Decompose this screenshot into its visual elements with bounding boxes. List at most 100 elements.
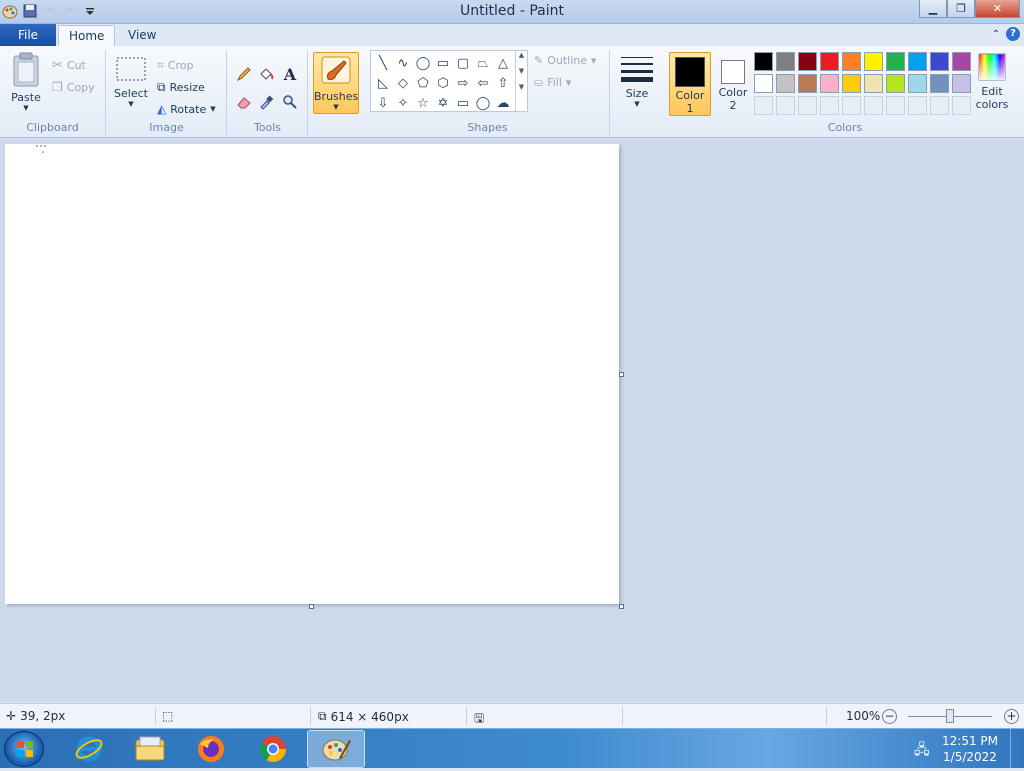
- rectangle-shape-icon[interactable]: ▭: [433, 53, 453, 73]
- copy-button[interactable]: ❐ Copy: [52, 80, 95, 94]
- six-point-star-shape-icon[interactable]: ✡: [433, 93, 453, 113]
- palette-swatch[interactable]: [842, 74, 861, 93]
- help-icon[interactable]: ?: [1006, 27, 1020, 41]
- oval-shape-icon[interactable]: ◯: [413, 53, 433, 73]
- tab-home[interactable]: Home: [58, 25, 116, 46]
- edit-colors-button[interactable]: Edit colors: [972, 52, 1012, 111]
- rotate-button[interactable]: ◭ Rotate ▼: [157, 102, 216, 116]
- minimize-button[interactable]: ▁: [919, 0, 947, 18]
- start-button[interactable]: [4, 731, 44, 767]
- tab-view[interactable]: View: [118, 25, 166, 46]
- scroll-up-icon[interactable]: ▲: [519, 51, 524, 59]
- rectangular-callout-shape-icon[interactable]: ▭: [453, 93, 473, 113]
- color-picker-tool[interactable]: [256, 92, 276, 112]
- color1-button[interactable]: Color 1: [669, 52, 711, 116]
- five-point-star-shape-icon[interactable]: ☆: [413, 93, 433, 113]
- custom-color-slot[interactable]: [776, 96, 795, 115]
- hexagon-shape-icon[interactable]: ⬡: [433, 73, 453, 93]
- fill-button[interactable]: ⛀ Fill ▼: [534, 76, 571, 89]
- palette-swatch[interactable]: [842, 52, 861, 71]
- resize-handle-right[interactable]: [619, 372, 624, 377]
- curve-shape-icon[interactable]: ∿: [393, 53, 413, 73]
- diamond-shape-icon[interactable]: ◇: [393, 73, 413, 93]
- magnifier-tool[interactable]: [280, 92, 300, 112]
- custom-color-slot[interactable]: [820, 96, 839, 115]
- fill-tool[interactable]: [256, 64, 276, 84]
- scroll-down-icon[interactable]: ▼: [519, 67, 524, 75]
- taskbar-file-explorer[interactable]: [121, 730, 179, 768]
- line-shape-icon[interactable]: ╲: [373, 53, 393, 73]
- palette-swatch[interactable]: [798, 74, 817, 93]
- palette-swatch[interactable]: [798, 52, 817, 71]
- canvas-workspace[interactable]: [0, 139, 1024, 702]
- left-arrow-shape-icon[interactable]: ⇦: [473, 73, 493, 93]
- triangle-shape-icon[interactable]: △: [493, 53, 513, 73]
- resize-handle-corner[interactable]: [619, 604, 624, 609]
- rounded-rectangle-shape-icon[interactable]: ▢: [453, 53, 473, 73]
- custom-color-slot[interactable]: [842, 96, 861, 115]
- custom-color-slot[interactable]: [886, 96, 905, 115]
- palette-swatch[interactable]: [952, 52, 971, 71]
- palette-swatch[interactable]: [776, 52, 795, 71]
- palette-swatch[interactable]: [930, 52, 949, 71]
- zoom-out-button[interactable]: −: [882, 709, 897, 724]
- custom-color-slot[interactable]: [908, 96, 927, 115]
- up-arrow-shape-icon[interactable]: ⇧: [493, 73, 513, 93]
- system-clock[interactable]: 12:51 PM 1/5/2022: [942, 733, 998, 765]
- custom-color-slot[interactable]: [754, 96, 773, 115]
- oval-callout-shape-icon[interactable]: ◯: [473, 93, 493, 113]
- restore-button[interactable]: ❐: [947, 0, 975, 18]
- crop-button[interactable]: ⌗ Crop: [157, 58, 193, 73]
- palette-swatch[interactable]: [776, 74, 795, 93]
- close-button[interactable]: ✕: [975, 0, 1020, 18]
- size-button[interactable]: Size ▼: [617, 54, 657, 108]
- custom-color-slot[interactable]: [864, 96, 883, 115]
- outline-button[interactable]: ✎ Outline ▼: [534, 54, 596, 67]
- minimize-ribbon-icon[interactable]: ⌃: [992, 29, 1000, 40]
- custom-color-slot[interactable]: [798, 96, 817, 115]
- paste-button[interactable]: Paste ▼: [6, 52, 46, 112]
- taskbar-chrome[interactable]: [244, 730, 302, 768]
- cut-button[interactable]: ✂ Cut: [52, 58, 86, 73]
- zoom-slider-thumb[interactable]: [946, 709, 954, 723]
- palette-swatch[interactable]: [886, 74, 905, 93]
- pencil-tool[interactable]: [234, 64, 254, 84]
- shapes-scrollbar[interactable]: ▲ ▼ ▼: [515, 51, 527, 111]
- palette-swatch[interactable]: [820, 74, 839, 93]
- down-arrow-shape-icon[interactable]: ⇩: [373, 93, 393, 113]
- palette-swatch[interactable]: [930, 74, 949, 93]
- color2-button[interactable]: Color 2: [713, 52, 753, 116]
- eraser-tool[interactable]: [234, 92, 254, 112]
- drawing-canvas[interactable]: [5, 144, 619, 604]
- zoom-in-button[interactable]: +: [1004, 709, 1019, 724]
- palette-swatch[interactable]: [864, 52, 883, 71]
- custom-color-slot[interactable]: [930, 96, 949, 115]
- palette-swatch[interactable]: [754, 52, 773, 71]
- custom-color-slot[interactable]: [952, 96, 971, 115]
- show-desktop-button[interactable]: [1010, 729, 1024, 769]
- polygon-shape-icon[interactable]: ⏢: [473, 53, 493, 73]
- text-tool[interactable]: A: [280, 64, 300, 84]
- cloud-callout-shape-icon[interactable]: ☁: [493, 93, 513, 113]
- taskbar-paint[interactable]: [307, 730, 365, 768]
- tab-file[interactable]: File: [0, 24, 56, 46]
- palette-swatch[interactable]: [864, 74, 883, 93]
- right-arrow-shape-icon[interactable]: ⇨: [453, 73, 473, 93]
- palette-swatch[interactable]: [820, 52, 839, 71]
- palette-swatch[interactable]: [908, 74, 927, 93]
- palette-swatch[interactable]: [886, 52, 905, 71]
- palette-swatch[interactable]: [754, 74, 773, 93]
- resize-button[interactable]: ⧉ Resize: [157, 80, 205, 95]
- gallery-expand-icon[interactable]: ▼: [519, 83, 524, 91]
- network-icon[interactable]: 🖧: [914, 739, 932, 758]
- resize-handle-bottom[interactable]: [309, 604, 314, 609]
- palette-swatch[interactable]: [908, 52, 927, 71]
- brushes-button[interactable]: Brushes ▼: [313, 52, 359, 114]
- taskbar-internet-explorer[interactable]: [60, 730, 118, 768]
- palette-swatch[interactable]: [952, 74, 971, 93]
- right-triangle-shape-icon[interactable]: ◺: [373, 73, 393, 93]
- taskbar-firefox[interactable]: [182, 730, 240, 768]
- select-button[interactable]: Select ▼: [113, 56, 149, 108]
- pentagon-shape-icon[interactable]: ⬠: [413, 73, 433, 93]
- four-point-star-shape-icon[interactable]: ✧: [393, 93, 413, 113]
